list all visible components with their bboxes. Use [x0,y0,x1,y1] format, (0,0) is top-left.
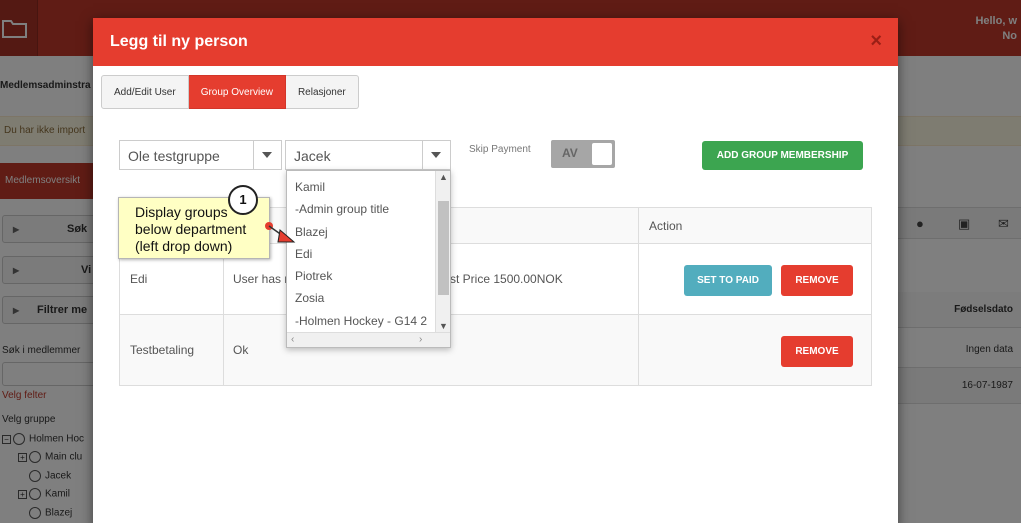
group-select[interactable]: Jacek [285,140,451,170]
vertical-scrollbar[interactable]: ▲ ▼ [435,171,450,334]
chevron-down-icon[interactable]: ▼ [439,321,448,331]
remove-button[interactable]: REMOVE [781,336,853,367]
description-cell-tail: st Price 1500.00NOK [450,272,563,286]
horizontal-scrollbar[interactable]: ‹ › [287,332,450,347]
dropdown-option[interactable]: Edi [295,247,312,261]
column-divider [638,208,639,385]
tab-add-edit-user[interactable]: Add/Edit User [101,75,189,109]
column-header-action: Action [649,219,683,233]
toggle-knob [592,143,612,165]
close-icon[interactable]: × [870,30,882,53]
table-row: Testbetaling Ok REMOVE [120,315,871,385]
callout-pointer-arrow [265,222,296,243]
group-name-cell: Testbetaling [130,343,195,357]
add-group-membership-button[interactable]: ADD GROUP MEMBERSHIP [702,141,863,170]
add-person-modal: Legg til ny person × Add/Edit User Group… [93,18,898,523]
modal-title: Legg til ny person [110,33,248,50]
scrollbar-thumb[interactable] [438,201,449,295]
skip-payment-toggle[interactable]: AV [551,140,615,168]
chevron-right-icon[interactable]: › [419,334,422,345]
modal-tabs: Add/Edit User Group Overview Relasjoner [101,75,359,109]
chevron-left-icon[interactable]: ‹ [291,334,294,345]
group-select-dropdown[interactable]: Kamil -Admin group title Blazej Edi Piot… [286,170,451,348]
dropdown-option[interactable]: Zosia [295,291,324,305]
step-number-badge: 1 [228,185,258,215]
department-select[interactable]: Ole testgruppe [119,140,282,170]
group-select-value: Jacek [294,148,331,164]
toggle-state-text: AV [562,146,578,160]
description-cell: User has n [233,272,292,286]
tab-group-overview[interactable]: Group Overview [188,75,286,109]
skip-payment-label: Skip Payment [469,144,531,155]
group-name-cell: Edi [130,272,148,286]
dropdown-option[interactable]: Blazej [295,225,328,239]
callout-text: below department [135,221,247,237]
dropdown-option[interactable]: Piotrek [295,269,332,283]
tab-relasjoner[interactable]: Relasjoner [285,75,359,109]
dropdown-option[interactable]: -Holmen Hockey - G14 2 [295,314,427,328]
callout-text: (left drop down) [135,238,233,254]
set-to-paid-button[interactable]: SET TO PAID [684,265,772,296]
chevron-down-icon [253,141,281,169]
chevron-up-icon[interactable]: ▲ [439,172,448,182]
department-select-value: Ole testgruppe [128,148,220,164]
description-cell: Ok [233,343,249,357]
dropdown-option[interactable]: -Admin group title [295,202,389,216]
dropdown-option[interactable]: Kamil [295,180,325,194]
modal-header: Legg til ny person × [93,18,898,66]
chevron-down-icon [422,141,450,169]
remove-button[interactable]: REMOVE [781,265,853,296]
